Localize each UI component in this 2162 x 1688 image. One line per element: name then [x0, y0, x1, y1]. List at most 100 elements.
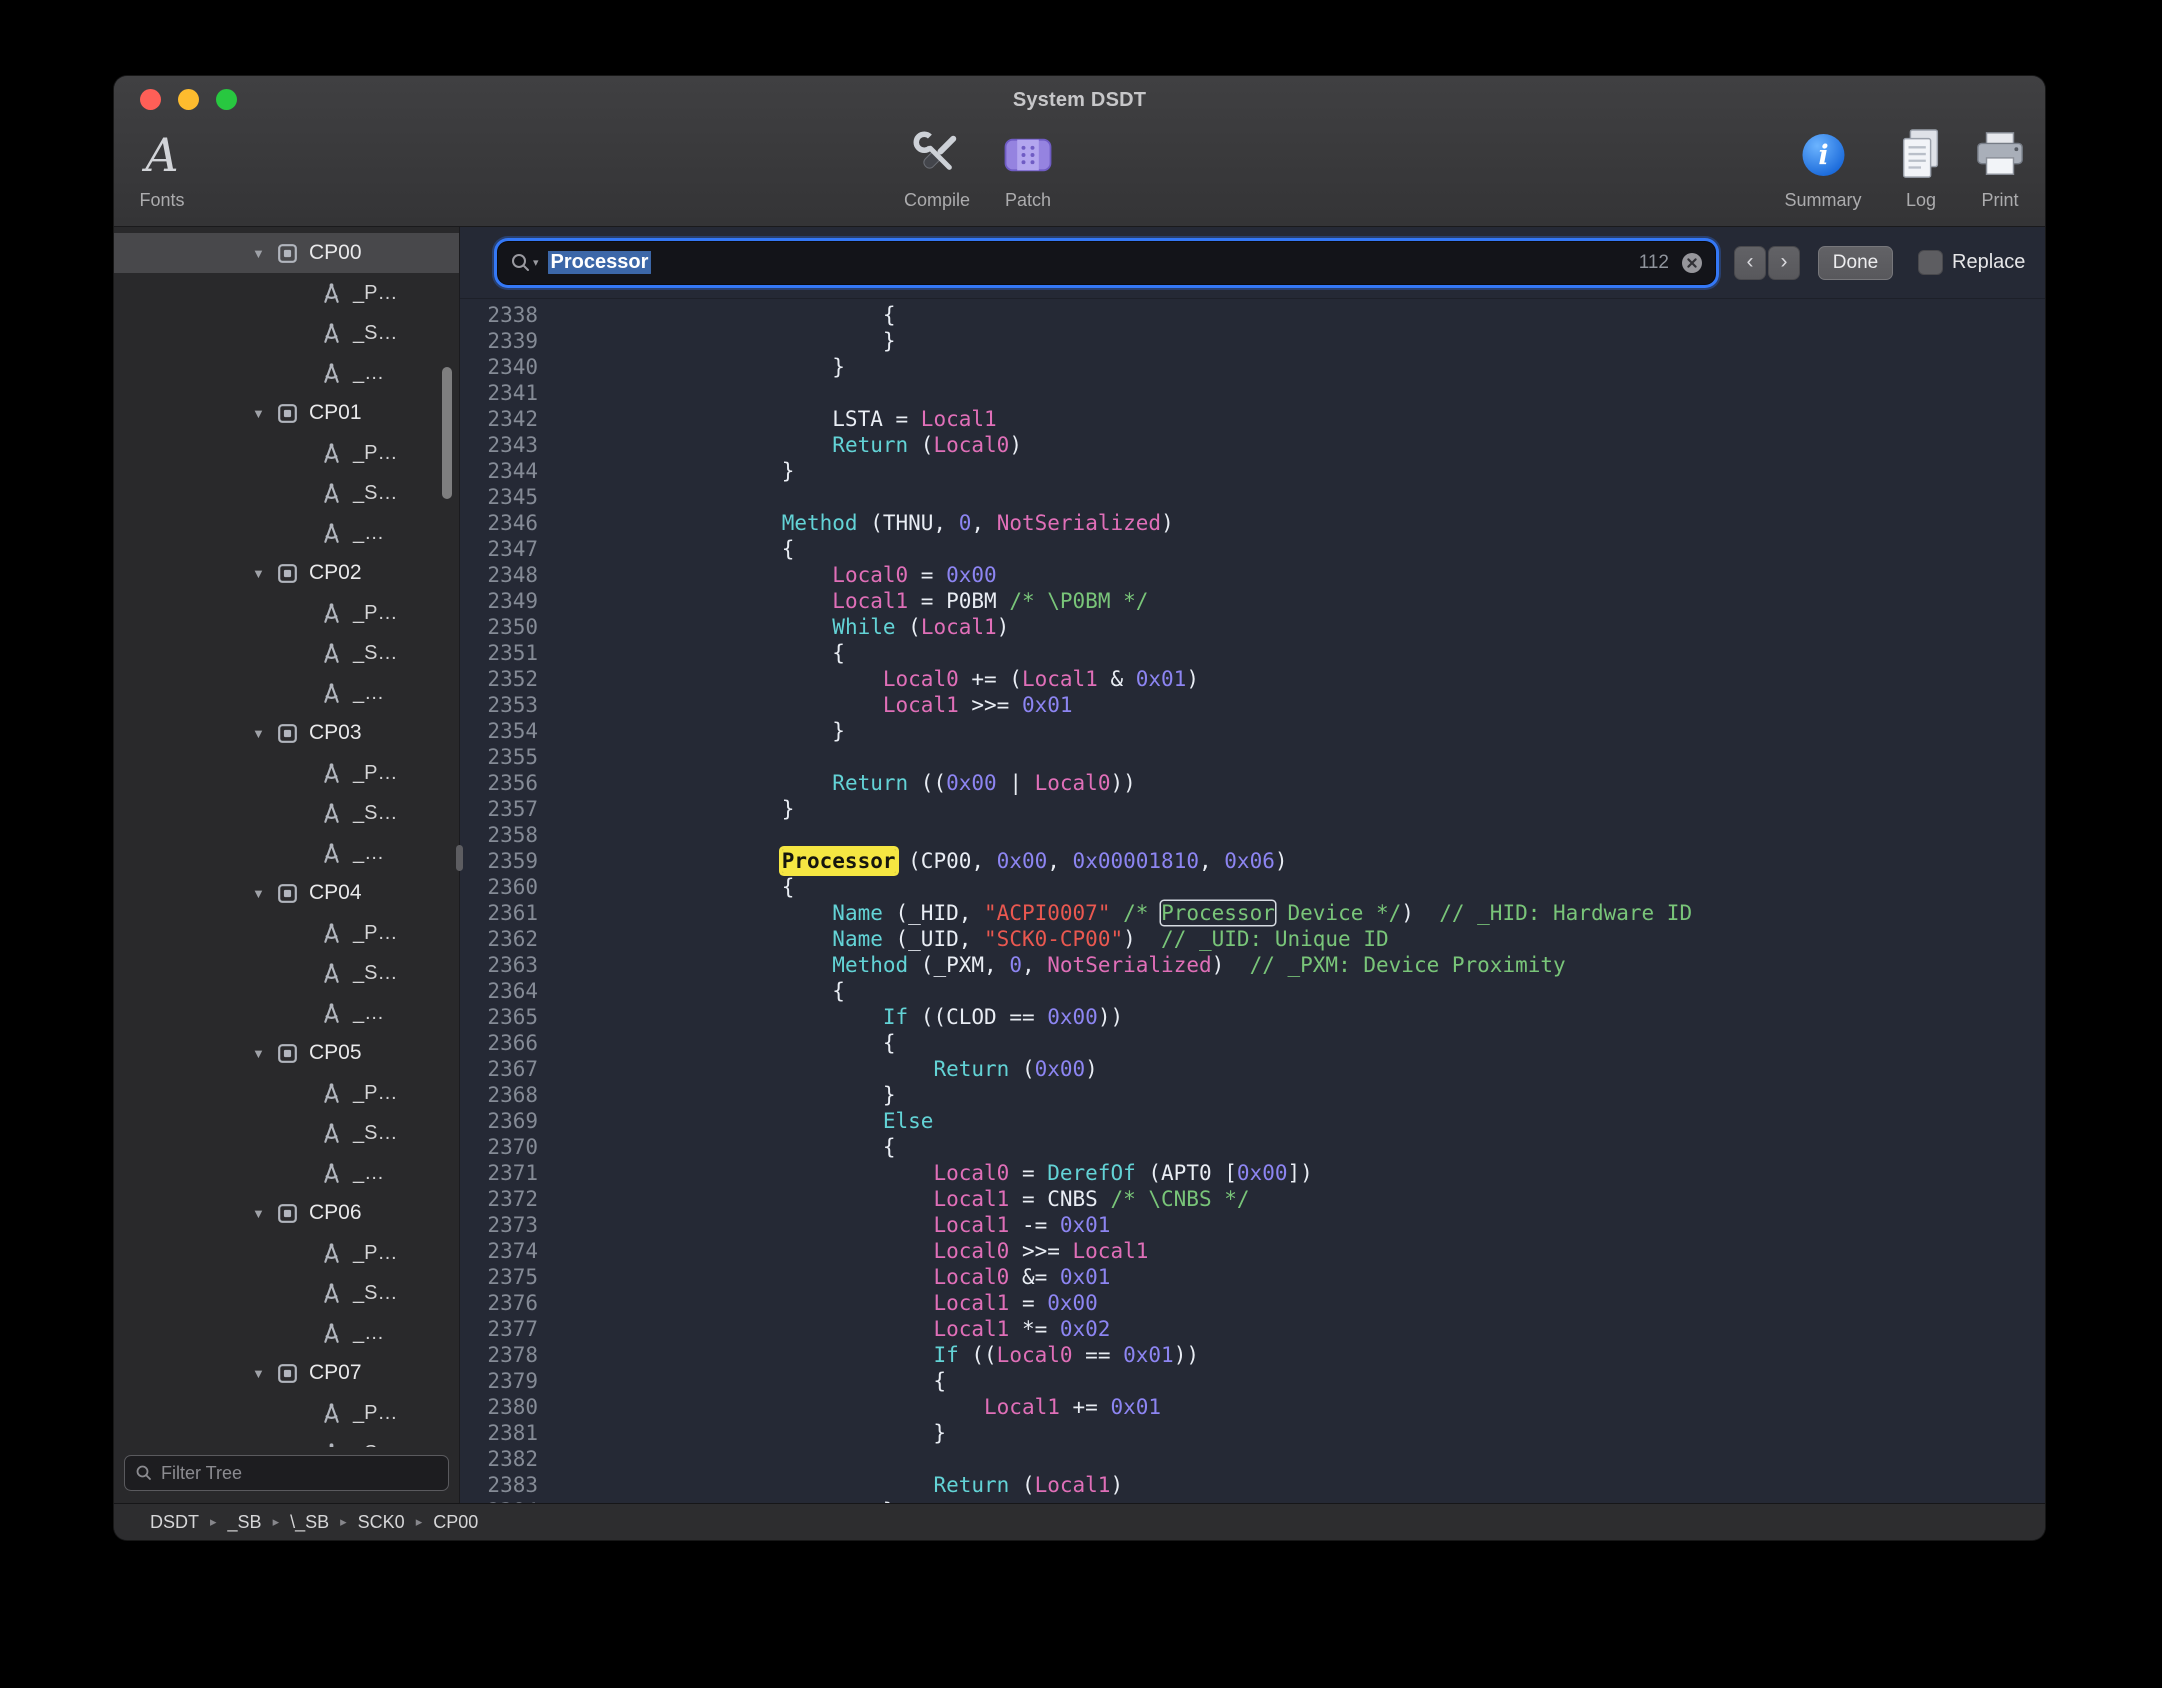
breadcrumb-separator-icon: ▸ [210, 1514, 217, 1530]
line-number: 2347 [460, 536, 556, 562]
tree-item-cp06[interactable]: ▼CP06 [114, 1193, 459, 1233]
breadcrumb-separator-icon: ▸ [273, 1514, 280, 1530]
code-line: 2362 Name (_UID, "SCK0-CP00") // _UID: U… [460, 926, 2045, 952]
code-line: 2360 { [460, 874, 2045, 900]
tree-item-cp02[interactable]: ▼CP02 [114, 553, 459, 593]
log-label: Log [1906, 190, 1936, 211]
code-line: 2344 } [460, 458, 2045, 484]
replace-checkbox[interactable] [1918, 250, 1943, 275]
tree-item-method[interactable]: _S… [114, 1113, 459, 1153]
tree-item-method[interactable]: _S… [114, 1433, 459, 1447]
tree-item-method[interactable]: _S… [114, 953, 459, 993]
tree-item-cp03[interactable]: ▼CP03 [114, 713, 459, 753]
tree-item-cp07[interactable]: ▼CP07 [114, 1353, 459, 1393]
sidebar-tree: ▼CP00_P…_S…_…▼CP01_P…_S…_…▼CP02_P…_S…_…▼… [114, 227, 459, 1447]
scope-icon [276, 241, 301, 266]
disclosure-triangle-icon[interactable]: ▼ [252, 726, 276, 741]
tree-item-method[interactable]: _P… [114, 913, 459, 953]
tree-item-method[interactable]: _P… [114, 593, 459, 633]
fonts-button[interactable]: A Fonts [139, 122, 184, 211]
disclosure-triangle-icon[interactable]: ▼ [252, 1206, 276, 1221]
tree-item-method[interactable]: _S… [114, 633, 459, 673]
search-icon[interactable]: ▾ [510, 252, 539, 274]
tree-item-method[interactable]: _… [114, 1313, 459, 1353]
disclosure-triangle-icon[interactable]: ▼ [252, 1046, 276, 1061]
line-number: 2381 [460, 1420, 556, 1446]
log-button[interactable]: Log [1896, 122, 1946, 211]
code-line: 2358 [460, 822, 2045, 848]
zoom-window-button[interactable] [216, 89, 237, 110]
line-number: 2345 [460, 484, 556, 510]
breadcrumb-item[interactable]: CP00 [433, 1512, 478, 1533]
tree-item-method[interactable]: _… [114, 513, 459, 553]
filter-tree-input[interactable] [161, 1463, 438, 1484]
filter-tree-field[interactable] [124, 1455, 449, 1491]
breadcrumb-item[interactable]: \_SB [290, 1512, 329, 1533]
tree-item-cp05[interactable]: ▼CP05 [114, 1033, 459, 1073]
summary-button[interactable]: i Summary [1784, 122, 1861, 211]
code-editor[interactable]: 2338 {2339 }2340 }23412342 LSTA = Local1… [460, 299, 2045, 1503]
tree-item-method[interactable]: _S… [114, 473, 459, 513]
tree-item-method[interactable]: _P… [114, 1073, 459, 1113]
pane-divider-handle[interactable] [456, 845, 463, 871]
line-number: 2353 [460, 692, 556, 718]
summary-label: Summary [1784, 190, 1861, 211]
line-number: 2364 [460, 978, 556, 1004]
done-button[interactable]: Done [1818, 246, 1893, 280]
code-line: 2373 Local1 -= 0x01 [460, 1212, 2045, 1238]
line-number: 2378 [460, 1342, 556, 1368]
line-number: 2370 [460, 1134, 556, 1160]
breadcrumb-item[interactable]: _SB [228, 1512, 262, 1533]
search-field[interactable]: ▾ Processor 112 [498, 242, 1715, 284]
breadcrumb-item[interactable]: DSDT [150, 1512, 199, 1533]
compile-button[interactable]: Compile [904, 122, 970, 211]
method-icon [320, 521, 345, 546]
line-number: 2360 [460, 874, 556, 900]
search-options-chevron-icon[interactable]: ▾ [533, 256, 539, 269]
replace-label: Replace [1952, 251, 2025, 274]
minimize-window-button[interactable] [178, 89, 199, 110]
clear-search-button[interactable] [1679, 250, 1705, 276]
tree-item-cp00[interactable]: ▼CP00 [114, 233, 459, 273]
tree-item-method[interactable]: _S… [114, 793, 459, 833]
search-query-text[interactable]: Processor [548, 251, 652, 274]
line-number: 2352 [460, 666, 556, 692]
tree-item-method[interactable]: _P… [114, 433, 459, 473]
find-previous-button[interactable]: ‹ [1734, 246, 1766, 280]
close-window-button[interactable] [140, 89, 161, 110]
tree-item-method[interactable]: _S… [114, 313, 459, 353]
disclosure-triangle-icon[interactable]: ▼ [252, 406, 276, 421]
print-button[interactable]: Print [1973, 122, 2027, 211]
sidebar-scrollbar[interactable] [442, 367, 452, 499]
line-number: 2348 [460, 562, 556, 588]
tree-item-cp01[interactable]: ▼CP01 [114, 393, 459, 433]
disclosure-triangle-icon[interactable]: ▼ [252, 566, 276, 581]
pane-divider[interactable] [459, 227, 460, 1503]
search-query[interactable]: Processor [548, 251, 1639, 274]
disclosure-triangle-icon[interactable]: ▼ [252, 246, 276, 261]
line-number: 2346 [460, 510, 556, 536]
line-number: 2372 [460, 1186, 556, 1212]
window-title: System DSDT [114, 76, 2045, 124]
disclosure-triangle-icon[interactable]: ▼ [252, 886, 276, 901]
tree-item-cp04[interactable]: ▼CP04 [114, 873, 459, 913]
tree-item-method[interactable]: _P… [114, 753, 459, 793]
code-line: 2372 Local1 = CNBS /* \CNBS */ [460, 1186, 2045, 1212]
code-line: 2383 Return (Local1) [460, 1472, 2045, 1498]
tree-item-method[interactable]: _P… [114, 1393, 459, 1433]
tree-item-method[interactable]: _… [114, 353, 459, 393]
patch-button[interactable]: Patch [999, 122, 1057, 211]
find-bar: ▾ Processor 112 ‹ [460, 227, 2045, 299]
breadcrumb-item[interactable]: SCK0 [358, 1512, 405, 1533]
tree-item-method[interactable]: _… [114, 673, 459, 713]
tree-item-method[interactable]: _P… [114, 1233, 459, 1273]
disclosure-triangle-icon[interactable]: ▼ [252, 1366, 276, 1381]
find-next-button[interactable]: › [1768, 246, 1800, 280]
tree-item-method[interactable]: _… [114, 993, 459, 1033]
tree-item-method[interactable]: _… [114, 833, 459, 873]
fonts-icon: A [145, 122, 178, 188]
code-line: 2356 Return ((0x00 | Local0)) [460, 770, 2045, 796]
tree-item-method[interactable]: _P… [114, 273, 459, 313]
tree-item-method[interactable]: _S… [114, 1273, 459, 1313]
tree-item-method[interactable]: _… [114, 1153, 459, 1193]
